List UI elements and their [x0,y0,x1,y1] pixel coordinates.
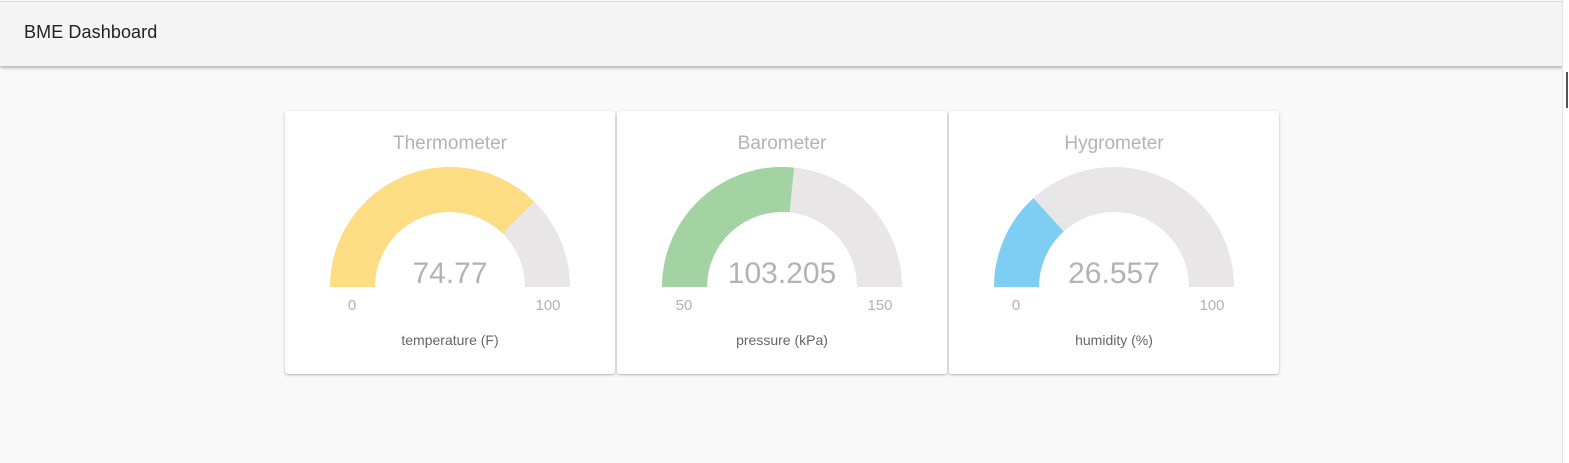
gauge-value: 26.557 [1068,257,1160,290]
card-title: Barometer [737,133,827,154]
card-title: Hygrometer [1064,133,1164,154]
gauge-value: 103.205 [727,257,837,290]
top-app-bar: BME Dashboard [0,1,1563,66]
gauge-min: 0 [1011,297,1021,314]
barometer-card: Barometer 103.205 50 150 pressure (kPa) [617,111,947,374]
hygrometer-card: Hygrometer 26.557 0 100 humidity (%) [949,111,1279,374]
gauge-max: 100 [1199,297,1225,314]
edge-marker [1566,72,1568,108]
card-title: Thermometer [392,133,508,154]
gauge-min: 50 [675,297,693,314]
gauge-label: humidity (%) [1075,332,1153,348]
gauge-value: 74.77 [412,257,488,290]
gauge-label: temperature (F) [401,332,499,348]
gauge-max: 100 [535,297,561,314]
gauge-label: pressure (kPa) [736,332,828,348]
thermometer-card: Thermometer 74.77 0 100 temperature (F) [285,111,615,374]
gauge-max: 150 [867,297,893,314]
gauge-min: 0 [347,297,357,314]
window-edge [1562,0,1569,463]
page-title: BME Dashboard [24,22,158,42]
